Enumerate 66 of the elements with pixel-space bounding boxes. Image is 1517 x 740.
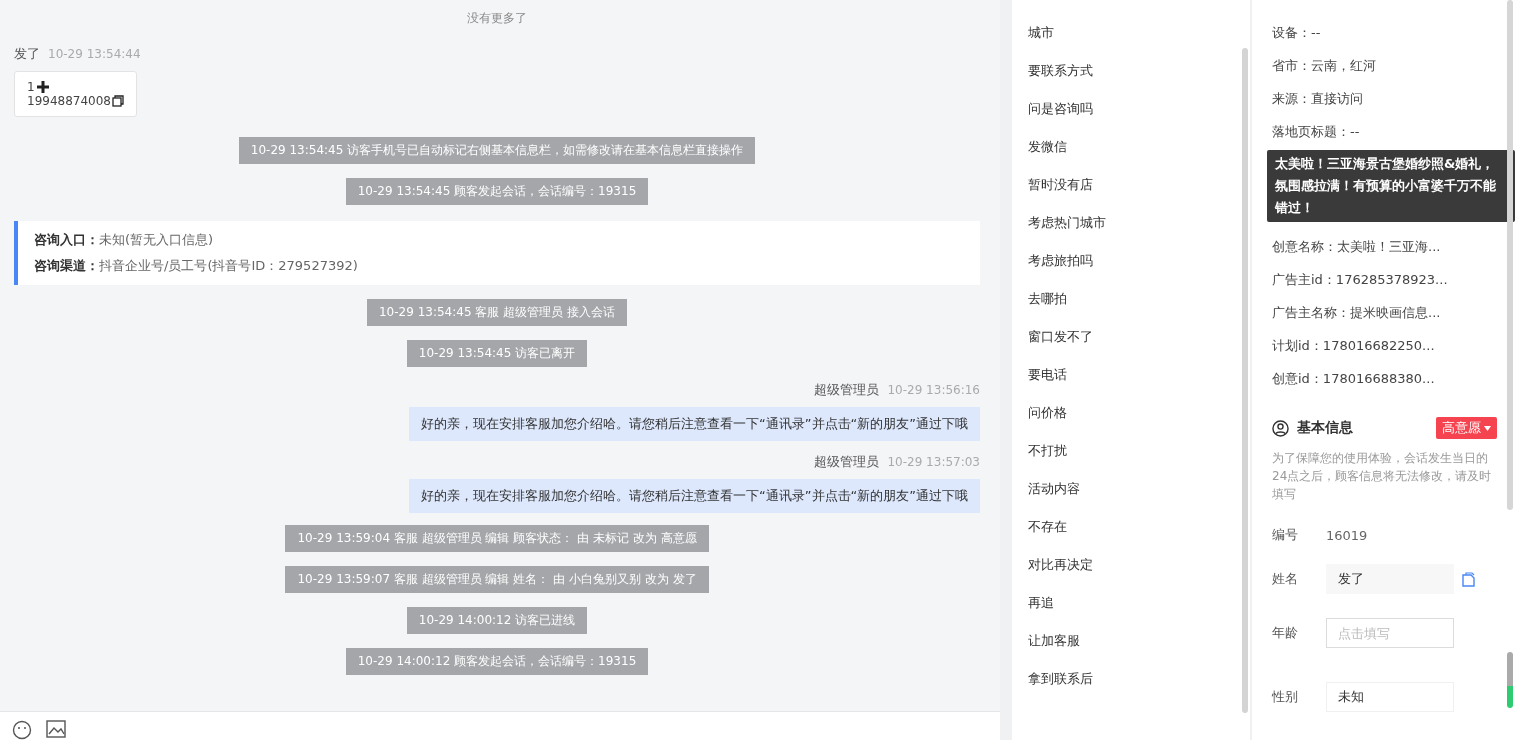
system-notice: 10-29 14:00:12 顾客发起会话，会话编号：19315 [345, 648, 649, 675]
quick-reply-item[interactable]: 问是咨询吗 [1012, 90, 1250, 128]
quick-reply-item[interactable]: 窗口发不了 [1012, 318, 1250, 356]
quick-reply-item[interactable]: 考虑旅拍吗 [1012, 242, 1250, 280]
quick-reply-item[interactable]: 不存在 [1012, 508, 1250, 546]
quick-reply-item[interactable]: 拿到联系后 [1012, 660, 1250, 698]
quick-reply-item[interactable]: 发微信 [1012, 128, 1250, 166]
visitor-info-line: 落地页标题：-- [1272, 122, 1361, 141]
quick-reply-item[interactable]: 要电话 [1012, 356, 1250, 394]
quick-reply-item[interactable]: 考虑热门城市 [1012, 204, 1250, 242]
message-time: 10-29 13:54:44 [48, 47, 141, 61]
field-label: 性别 [1272, 688, 1299, 706]
system-notice: 10-29 14:00:12 访客已进线 [406, 607, 588, 634]
quick-reply-item[interactable]: 不打扰 [1012, 432, 1250, 470]
agent-message: 好的亲，现在安排客服加您介绍哈。请您稍后注意查看一下“通讯录”并点击“新的朋友”通过下哦 [409, 479, 980, 513]
system-notice: 10-29 13:54:45 顾客发起会话，会话编号：19315 [345, 178, 649, 205]
entry-info-line: 咨询渠道：抖音企业号/员工号(抖音号ID：279527392) [34, 257, 359, 275]
quick-reply-item[interactable]: 问价格 [1012, 394, 1250, 432]
quick-reply-item[interactable]: 让加客服 [1012, 622, 1250, 660]
system-notice: 10-29 13:59:04 客服 超级管理员 编辑 顾客状态： 由 未标记 改为 高意愿 [285, 525, 709, 552]
field-value: 16019 [1326, 527, 1368, 543]
quick-reply-item[interactable]: 去哪拍 [1012, 280, 1250, 318]
visitor-info-line: 省市：云南，红河 [1272, 56, 1377, 75]
caret-icon [1484, 425, 1491, 431]
quick-reply-item[interactable]: 再追 [1012, 584, 1250, 622]
quick-reply-item[interactable]: 活动内容 [1012, 470, 1250, 508]
agent-name: 超级管理员 [814, 381, 880, 399]
message-time: 10-29 13:57:03 [887, 455, 980, 469]
status-dropdown[interactable]: 高意愿 [1436, 417, 1497, 439]
system-notice: 10-29 13:54:45 客服 超级管理员 接入会话 [367, 299, 627, 326]
phone-number: 19948874008 [27, 94, 111, 108]
quick-reply-item[interactable]: 要联系方式 [1012, 52, 1250, 90]
section-title: 基本信息 [1297, 419, 1354, 437]
visitor-info-line: 创意id：178016688380... [1272, 369, 1436, 388]
agent-name: 超级管理员 [814, 453, 880, 471]
system-notice: 10-29 13:59:07 客服 超级管理员 编辑 姓名： 由 小白兔别又别 改为 发了 [285, 566, 709, 593]
field-label: 姓名 [1272, 570, 1299, 588]
notice-text: 为了保障您的使用体验，会话发生当日的24点之后，顾客信息将无法修改，请及时填写 [1272, 450, 1493, 503]
no-more-label: 没有更多了 [466, 10, 528, 27]
quick-reply-item[interactable]: 城市 [1012, 14, 1250, 52]
quick-reply-item[interactable]: 对比再决定 [1012, 546, 1250, 584]
visitor-info-line: 广告主id：176285378923... [1272, 270, 1449, 289]
emoji-icon[interactable] [12, 720, 32, 740]
plus-icon [35, 80, 50, 94]
visitor-info-line: 创意名称：太美啦！三亚海... [1272, 237, 1442, 256]
tooltip: 太美啦！三亚海景古堡婚纱照&婚礼，氛围感拉满！有预算的小富婆千万不能错过！ [1267, 150, 1515, 222]
agent-message: 好的亲，现在安排客服加您介绍哈。请您稍后注意查看一下“通讯录”并点击“新的朋友”通过下哦 [409, 407, 980, 441]
quick-reply-item[interactable]: 暂时没有店 [1012, 166, 1250, 204]
visitor-info-line: 来源：直接访问 [1272, 89, 1364, 108]
input-field[interactable]: 点击填写 [1326, 618, 1454, 648]
message-time: 10-29 13:56:16 [887, 383, 980, 397]
copy-icon[interactable] [112, 95, 124, 107]
user-circle-icon [1272, 419, 1289, 437]
field-label: 编号 [1272, 526, 1299, 544]
system-notice: 10-29 13:54:45 访客已离开 [406, 340, 588, 367]
entry-info-line: 咨询入口：未知(暂无入口信息) [34, 231, 215, 249]
input-field[interactable]: 未知 [1326, 682, 1454, 712]
image-icon[interactable] [46, 720, 66, 738]
field-label: 年龄 [1272, 624, 1299, 642]
visitor-name: 发了 [14, 45, 40, 63]
visitor-info-line: 计划id：178016682250... [1272, 336, 1436, 355]
system-notice: 10-29 13:54:45 访客手机号已自动标记右侧基本信息栏，如需修改请在基本信息栏直接操作 [238, 137, 756, 164]
message-text: 1 [27, 80, 35, 94]
visitor-info-line: 设备：-- [1272, 23, 1322, 42]
input-field[interactable]: 发了 [1326, 564, 1454, 594]
visitor-info-line: 广告主名称：提米映画信息... [1272, 303, 1442, 322]
